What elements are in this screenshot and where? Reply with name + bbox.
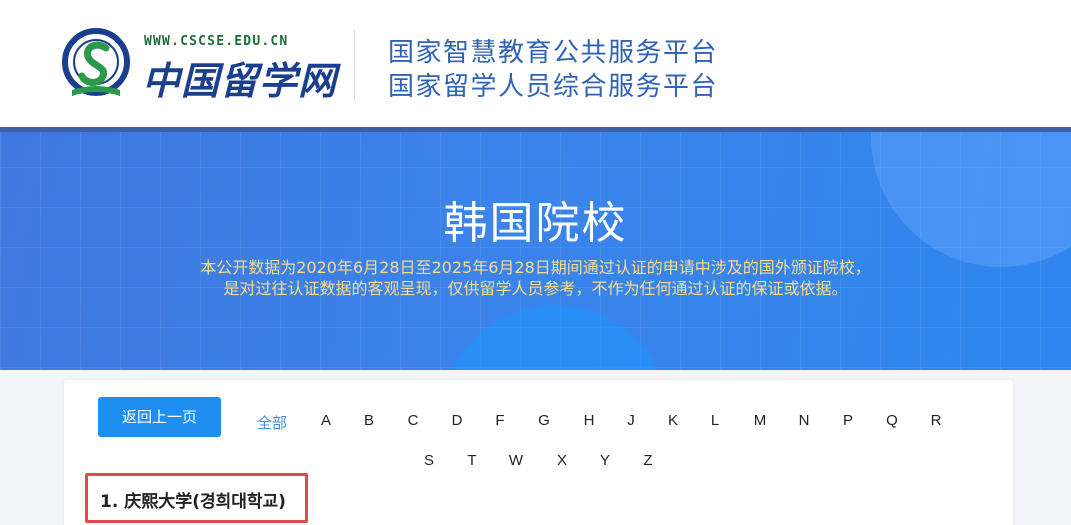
filter-letter-n[interactable]: N [792, 412, 816, 429]
filter-letter-p[interactable]: P [836, 412, 860, 429]
filter-letter-f[interactable]: F [488, 412, 512, 429]
logo-url-text: WWW.CSCSE.EDU.CN [144, 34, 289, 49]
filter-letter-l[interactable]: L [703, 412, 727, 429]
filter-all[interactable]: 全部 [252, 412, 292, 433]
filter-letter-g[interactable]: G [532, 412, 556, 429]
list-item-label[interactable]: 1. 庆熙大学(경희대학교) [100, 487, 286, 512]
filter-letter-r[interactable]: R [924, 412, 948, 429]
back-button[interactable]: 返回上一页 [98, 397, 221, 437]
platform-title-1: 国家智慧教育公共服务平台 [388, 38, 719, 68]
filter-letter-z[interactable]: Z [636, 452, 660, 469]
school-list-card: 返回上一页 全部 A B C D F G H J K L M N P Q R S… [64, 380, 1013, 525]
filter-letter-q[interactable]: Q [880, 412, 904, 429]
filter-letter-j[interactable]: J [619, 412, 643, 429]
banner-top-border [0, 127, 1071, 132]
filter-letter-m[interactable]: M [748, 412, 772, 429]
filter-letter-b[interactable]: B [357, 412, 381, 429]
header-divider [354, 30, 355, 100]
filter-letter-x[interactable]: X [550, 452, 574, 469]
site-header: WWW.CSCSE.EDU.CN 中国留学网 国家智慧教育公共服务平台 国家留学… [0, 0, 1071, 127]
site-logo[interactable]: WWW.CSCSE.EDU.CN 中国留学网 [62, 26, 336, 104]
hero-banner: 韩国院校 本公开数据为2020年6月28日至2025年6月28日期间通过认证的申… [0, 127, 1071, 370]
filter-letter-a[interactable]: A [314, 412, 338, 429]
page-title: 韩国院校 [443, 198, 628, 249]
filter-letter-t[interactable]: T [460, 452, 484, 469]
filter-letter-c[interactable]: C [401, 412, 425, 429]
cscse-emblem-icon [62, 28, 130, 96]
filter-letter-w[interactable]: W [504, 452, 528, 469]
logo-name-text: 中国留学网 [142, 58, 338, 103]
filter-letter-k[interactable]: K [661, 412, 685, 429]
platform-title-2: 国家留学人员综合服务平台 [388, 72, 719, 102]
filter-letter-d[interactable]: D [445, 412, 469, 429]
filter-letter-h[interactable]: H [577, 412, 601, 429]
list-item[interactable]: 1. 庆熙大学(경희대학교) [85, 473, 308, 523]
banner-description-line-2: 是对过往认证数据的客观呈现，仅供留学人员参考，不作为任何通过认证的保证或依据。 [223, 279, 848, 298]
filter-letter-s[interactable]: S [417, 452, 441, 469]
filter-letter-y[interactable]: Y [593, 452, 617, 469]
